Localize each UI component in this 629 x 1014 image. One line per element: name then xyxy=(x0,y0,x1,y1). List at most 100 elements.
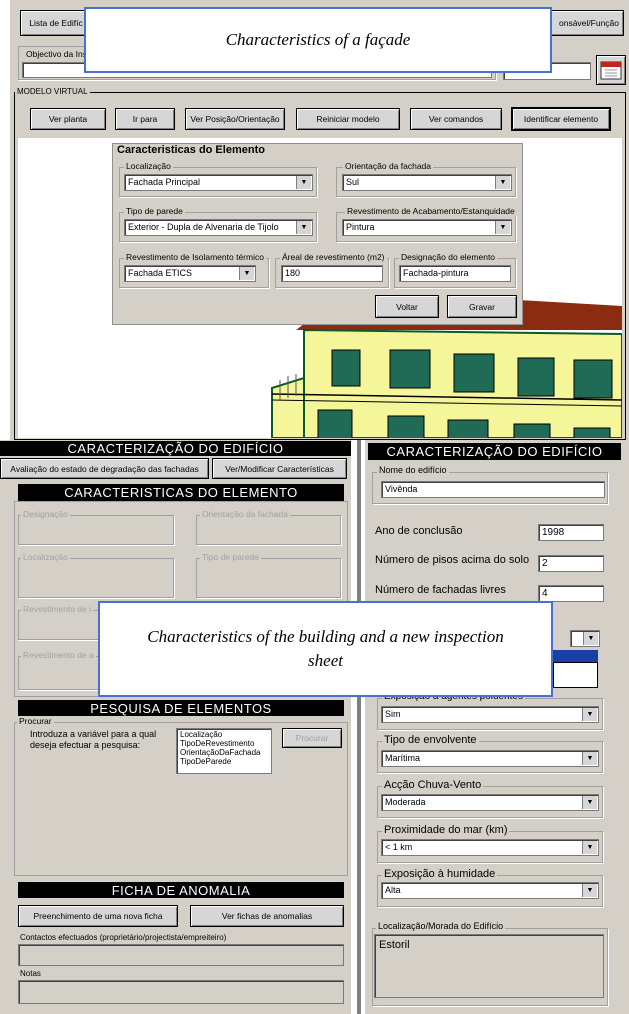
tipo-parede-disabled-group xyxy=(196,558,341,598)
list-item[interactable]: TipoDeRevestimento xyxy=(180,739,268,748)
pesquisa-instructions: Introduza a variável para a qual deseja … xyxy=(30,729,157,750)
ver-posicao-button[interactable]: Ver Posição/Orientação xyxy=(185,108,285,130)
morada-label: Localização/Morada do Edifício xyxy=(376,921,506,931)
notas-field[interactable] xyxy=(18,980,344,1004)
orientacao-select[interactable]: Sul ▼ xyxy=(342,174,512,191)
localizacao-select[interactable]: Fachada Principal ▼ xyxy=(124,174,313,191)
lista-edificios-button[interactable]: Lista de Edifíc xyxy=(20,10,92,36)
morada-textarea[interactable]: Estoril xyxy=(374,934,604,998)
notas-label: Notas xyxy=(20,969,41,978)
orientacao-value: Sul xyxy=(346,177,360,187)
right-caracterizacao-bar: CARACTERIZAÇÃO DO EDIFÍCIO xyxy=(368,443,621,460)
tipo-parede-value: Exterior - Dupla de Alvenaria de Tijolo xyxy=(128,222,279,232)
envolvente-label: Tipo de envolvente xyxy=(382,734,479,746)
ver-comandos-button[interactable]: Ver comandos xyxy=(410,108,502,130)
ano-input[interactable]: 1998 xyxy=(538,524,604,541)
humidade-value: Alta xyxy=(385,885,401,895)
mar-label: Proximidade do mar (km) xyxy=(382,824,510,836)
humidade-label: Exposição à humidade xyxy=(382,868,498,880)
chevron-down-icon: ▼ xyxy=(296,176,311,189)
list-item[interactable]: OrientaçãoDaFachada xyxy=(180,748,268,757)
humidade-select[interactable]: Alta ▼ xyxy=(381,882,599,899)
exposicao-poluentes-value: Sim xyxy=(385,709,401,719)
gravar-button[interactable]: Gravar xyxy=(447,295,517,318)
chevron-down-icon: ▼ xyxy=(582,752,597,765)
nome-label: Nome do edifício xyxy=(377,465,449,475)
ficha-anomalia-bar: FICHA DE ANOMALIA xyxy=(18,882,344,898)
dropdown-highlight xyxy=(553,650,598,662)
envolvente-select[interactable]: Marítima ▼ xyxy=(381,750,599,767)
orientacao-disabled-label: Orientação da fachada xyxy=(200,509,291,519)
procurar-button[interactable]: Procurar xyxy=(282,728,342,748)
chevron-down-icon: ▼ xyxy=(583,632,598,645)
chuva-label: Acção Chuva-Vento xyxy=(382,779,484,791)
revestimento-acabamento-select[interactable]: Pintura ▼ xyxy=(342,219,512,236)
area-input[interactable]: 180 xyxy=(281,265,383,282)
modelo-virtual-label: MODELO VIRTUAL xyxy=(15,87,90,96)
hidden-select[interactable]: ▼ xyxy=(570,630,600,647)
revestimento-isolamento-select[interactable]: Fachada ETICS ▼ xyxy=(124,265,256,282)
designacao-input[interactable]: Fachada-pintura xyxy=(399,265,511,282)
revestimento2-disabled-label: Revestimento de a xyxy=(21,650,96,660)
reiniciar-modelo-button[interactable]: Reiniciar modelo xyxy=(296,108,400,130)
ver-planta-button[interactable]: Ver planta xyxy=(30,108,106,130)
fachadas-input[interactable]: 4 xyxy=(538,585,604,602)
contactos-field[interactable] xyxy=(18,944,344,966)
list-item[interactable]: Localização xyxy=(180,730,268,739)
area-label: Áreal de revestimento (m2) xyxy=(280,252,387,262)
revestimento-isolamento-value: Fachada ETICS xyxy=(128,268,193,278)
revestimento1-disabled-label: Revestimento de i xyxy=(21,604,94,614)
revestimento-acabamento-label: Revestimento de Acabamento/Estanquidade xyxy=(345,206,517,216)
ver-modificar-button[interactable]: Ver/Modificar Características xyxy=(212,458,347,479)
building-callout: Characteristics of the building and a ne… xyxy=(98,601,553,697)
localizacao-label: Localização xyxy=(124,161,173,171)
exposicao-poluentes-select[interactable]: Sim ▼ xyxy=(381,706,599,723)
designacao-disabled-group xyxy=(18,515,174,545)
designacao-disabled-label: Designação xyxy=(21,509,70,519)
ver-fichas-button[interactable]: Ver fichas de anomalias xyxy=(190,905,344,927)
pisos-label: Número de pisos acima do solo xyxy=(375,554,530,566)
chevron-down-icon: ▼ xyxy=(239,267,254,280)
nome-input[interactable]: Vivênda xyxy=(381,481,605,498)
calendar-button[interactable] xyxy=(596,55,626,85)
ano-label: Ano de conclusão xyxy=(375,525,463,537)
identificar-elemento-button[interactable]: Identificar elemento xyxy=(511,107,611,131)
preenchimento-button[interactable]: Preenchimento de uma nova ficha xyxy=(18,905,178,927)
chevron-down-icon: ▼ xyxy=(495,176,510,189)
tipo-parede-label: Tipo de parede xyxy=(124,206,185,216)
procurar-label: Procurar xyxy=(17,716,54,726)
chevron-down-icon: ▼ xyxy=(582,841,597,854)
mar-select[interactable]: < 1 km ▼ xyxy=(381,839,599,856)
caracterizacao-edificio-bar: CARACTERIZAÇÃO DO EDIFÍCIO xyxy=(0,441,351,456)
dropdown-list[interactable] xyxy=(553,662,598,688)
avaliacao-button[interactable]: Avaliação do estado de degradação das fa… xyxy=(0,458,209,479)
localizacao-disabled-label: Localização xyxy=(21,552,70,562)
element-panel-title: Caracteristicas do Elemento xyxy=(117,144,265,156)
tipo-parede-select[interactable]: Exterior - Dupla de Alvenaria de Tijolo … xyxy=(124,219,313,236)
list-item[interactable]: TipoDeParede xyxy=(180,757,268,766)
tipo-parede-disabled-label: Tipo de parede xyxy=(200,552,261,562)
chevron-down-icon: ▼ xyxy=(296,221,311,234)
divider-strip-2 xyxy=(357,440,361,1014)
fachadas-label: Número de fachadas livres xyxy=(375,584,506,596)
contactos-label: Contactos efectuados (proprietário/proje… xyxy=(20,933,227,942)
chevron-down-icon: ▼ xyxy=(582,708,597,721)
pesquisa-variable-list[interactable]: Localização TipoDeRevestimento Orientaçã… xyxy=(176,728,272,774)
facade-callout: Characteristics of a façade xyxy=(84,7,552,73)
chevron-down-icon: ▼ xyxy=(582,796,597,809)
revestimento-isolamento-label: Revestimento de Isolamento térmico xyxy=(124,252,266,262)
voltar-button[interactable]: Voltar xyxy=(375,295,439,318)
chevron-down-icon: ▼ xyxy=(495,221,510,234)
calendar-icon xyxy=(600,61,622,80)
envolvente-value: Marítima xyxy=(385,753,421,763)
pesquisa-elementos-bar: PESQUISA DE ELEMENTOS xyxy=(18,700,344,716)
revestimento-acabamento-value: Pintura xyxy=(346,222,375,232)
pisos-input[interactable]: 2 xyxy=(538,555,604,572)
localizacao-disabled-group xyxy=(18,558,174,598)
ir-para-button[interactable]: Ir para xyxy=(115,108,175,130)
designacao-label: Designação do elemento xyxy=(399,252,498,262)
chuva-select[interactable]: Moderada ▼ xyxy=(381,794,599,811)
orientacao-label: Orientação da fachada xyxy=(343,161,434,171)
chuva-value: Moderada xyxy=(385,797,426,807)
responsavel-button[interactable]: onsável/Função xyxy=(540,10,624,36)
